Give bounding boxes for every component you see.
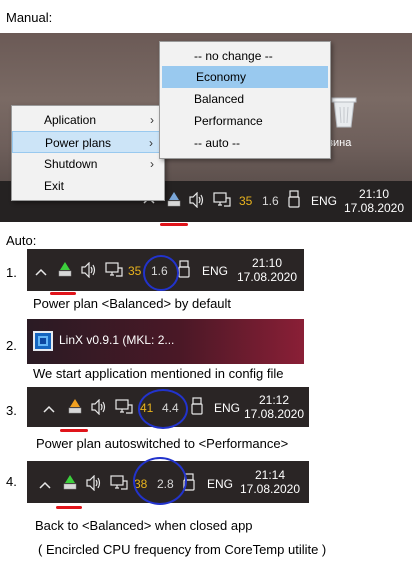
- menu-item-application[interactable]: Aplication ›: [12, 109, 164, 131]
- power-plan-icon[interactable]: [57, 261, 73, 284]
- blue-circle-annotation: [143, 255, 179, 291]
- network-icon[interactable]: [213, 192, 231, 211]
- chevron-up-icon[interactable]: [39, 477, 51, 495]
- red-underline-annotation: [60, 429, 88, 432]
- language-indicator[interactable]: ENG: [214, 401, 240, 415]
- recycle-bin-icon[interactable]: [328, 93, 360, 129]
- clock[interactable]: 21:10 17.08.2020: [234, 256, 300, 284]
- clock-date: 17.08.2020: [343, 201, 405, 215]
- red-underline-annotation: [50, 292, 76, 295]
- power-plan-submenu: -- no change -- Economy Balanced Perform…: [159, 41, 331, 159]
- submenu-item-balanced[interactable]: Balanced: [160, 88, 330, 110]
- linx-app-icon: [33, 331, 53, 356]
- submenu-item-no-change[interactable]: -- no change --: [160, 45, 330, 67]
- clock-time: 21:12: [258, 393, 290, 407]
- step-number: 3.: [6, 403, 17, 418]
- menu-item-power-plans[interactable]: Power plans ›: [12, 131, 164, 153]
- clock[interactable]: 21:14 17.08.2020: [237, 468, 303, 496]
- manual-header: Manual:: [6, 10, 53, 25]
- menu-item-label: Power plans: [45, 136, 112, 150]
- submenu-item-performance[interactable]: Performance: [160, 110, 330, 132]
- menu-item-label: Exit: [44, 179, 65, 193]
- step-caption: Back to <Balanced> when closed app: [35, 518, 253, 533]
- submenu-item-label: Economy: [196, 70, 247, 84]
- cpu-temp-readout: 35: [128, 264, 142, 278]
- footnote: ( Encircled CPU frequency from CoreTemp …: [38, 542, 327, 557]
- menu-item-label: Shutdown: [44, 157, 98, 171]
- speaker-icon[interactable]: [85, 474, 103, 496]
- chevron-right-icon: ›: [149, 136, 153, 150]
- clock-date: 17.08.2020: [239, 482, 301, 496]
- chevron-up-icon[interactable]: [43, 401, 55, 419]
- cpu-freq-readout: 1.6: [262, 194, 279, 208]
- power-plan-icon[interactable]: [62, 474, 78, 497]
- usb-icon[interactable]: [190, 397, 204, 420]
- network-icon[interactable]: [105, 262, 123, 283]
- app-title: LinX v0.9.1 (MKL: 2...: [59, 333, 175, 347]
- auto-header: Auto:: [6, 233, 37, 248]
- clock-time: 21:10: [358, 187, 390, 201]
- network-icon[interactable]: [110, 475, 128, 496]
- submenu-item-label: -- no change --: [194, 49, 273, 63]
- clock-date: 17.08.2020: [243, 407, 305, 421]
- chevron-right-icon: ›: [150, 157, 154, 171]
- menu-item-exit[interactable]: Exit: [12, 175, 164, 197]
- chevron-up-icon[interactable]: [35, 264, 47, 282]
- clock-date: 17.08.2020: [236, 270, 298, 284]
- usb-icon[interactable]: [177, 260, 191, 283]
- submenu-item-auto[interactable]: -- auto --: [160, 132, 330, 154]
- network-icon[interactable]: [115, 399, 133, 420]
- language-indicator[interactable]: ENG: [202, 264, 228, 278]
- chevron-right-icon: ›: [150, 113, 154, 127]
- step-number: 1.: [6, 265, 17, 280]
- power-plan-icon[interactable]: [67, 398, 83, 421]
- blue-circle-annotation: [138, 389, 188, 429]
- menu-item-label: Aplication: [44, 113, 97, 127]
- language-indicator[interactable]: ENG: [207, 477, 233, 491]
- speaker-icon[interactable]: [188, 191, 206, 211]
- clock[interactable]: 21:12 17.08.2020: [241, 393, 307, 421]
- tray-context-menu: Aplication › Power plans › Shutdown › Ex…: [11, 105, 165, 201]
- submenu-item-economy[interactable]: Economy: [162, 66, 328, 88]
- clock[interactable]: 21:10 17.08.2020: [342, 187, 406, 215]
- speaker-icon[interactable]: [90, 398, 108, 420]
- step-caption: We start application mentioned in config…: [33, 366, 284, 381]
- step-caption: Power plan <Balanced> by default: [33, 296, 232, 311]
- blue-circle-annotation: [133, 457, 187, 505]
- speaker-icon[interactable]: [80, 261, 98, 283]
- red-underline-annotation: [160, 223, 188, 226]
- submenu-item-label: -- auto --: [194, 136, 241, 150]
- cpu-temp-readout: 35: [239, 194, 253, 208]
- step-number: 2.: [6, 338, 17, 353]
- language-indicator[interactable]: ENG: [311, 194, 337, 208]
- usb-icon[interactable]: [287, 190, 301, 211]
- step-number: 4.: [6, 474, 17, 489]
- desktop-area: рзина 35 1.6 ENG 21:10 17.08.2020 Aplica…: [0, 33, 412, 222]
- submenu-item-label: Performance: [194, 114, 263, 128]
- clock-time: 21:14: [254, 468, 286, 482]
- menu-item-shutdown[interactable]: Shutdown ›: [12, 153, 164, 175]
- red-underline-annotation: [56, 506, 82, 509]
- submenu-item-label: Balanced: [194, 92, 245, 106]
- power-plan-icon[interactable]: [166, 191, 182, 212]
- step-caption: Power plan autoswitched to <Performance>: [36, 436, 289, 451]
- clock-time: 21:10: [251, 256, 283, 270]
- step2-app-window: LinX v0.9.1 (MKL: 2...: [27, 319, 304, 364]
